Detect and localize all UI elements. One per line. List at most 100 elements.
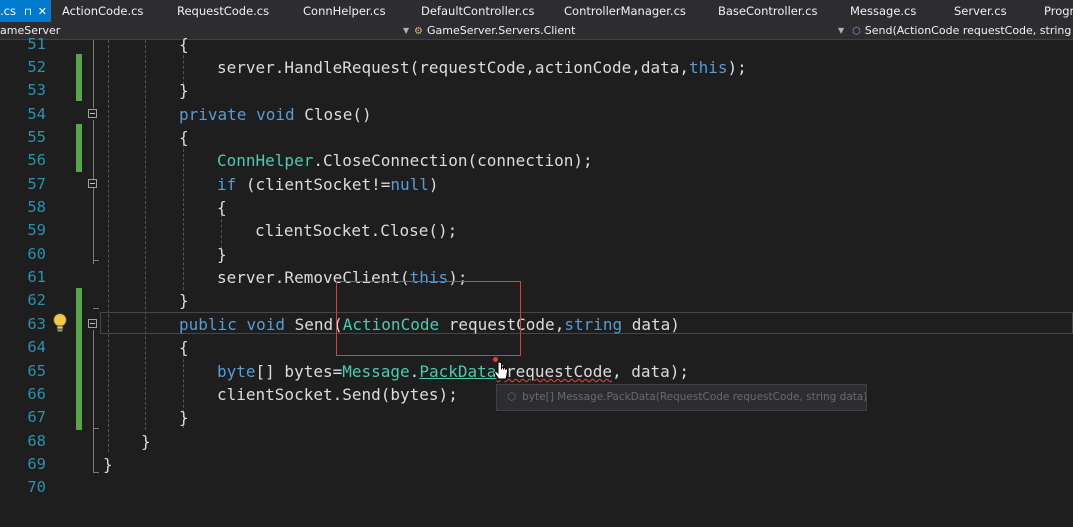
code-line-57: 57 if (clientSocket!=null) xyxy=(0,173,1073,196)
code-text: byte[] bytes=Message.PackData(requestCod… xyxy=(217,360,689,383)
code-token: ) xyxy=(428,175,439,194)
code-token: ConnHelper xyxy=(217,151,314,170)
line-number: 68 xyxy=(27,432,46,450)
code-line-54: 54 private void Close() xyxy=(0,103,1073,126)
code-token: (clientSocket!= xyxy=(236,175,391,194)
code-text: { xyxy=(179,128,189,147)
code-text: } xyxy=(141,432,151,451)
code-text: if (clientSocket!=null) xyxy=(217,173,439,196)
code-text: } xyxy=(217,245,227,264)
pin-icon[interactable]: ⊓ xyxy=(24,7,32,18)
code-text: } xyxy=(179,291,189,310)
code-line-51: 51 { xyxy=(0,33,1073,56)
code-text: clientSocket.Send(bytes); xyxy=(217,385,458,404)
code-text: } xyxy=(179,408,189,427)
tab-defaultcontroller[interactable]: DefaultController.cs xyxy=(421,0,535,22)
line-number: 63 xyxy=(27,315,46,333)
code-text: private void Close() xyxy=(179,103,372,126)
method-icon: ⬡ xyxy=(507,391,517,403)
code-token: [] bytes= xyxy=(255,362,343,381)
line-number: 52 xyxy=(27,58,46,76)
code-line-68: 68 } xyxy=(0,430,1073,453)
code-line-52: 52 server.HandleRequest(requestCode,acti… xyxy=(0,56,1073,79)
tab-label: Progr xyxy=(1044,4,1073,18)
quickinfo-tooltip: ⬡ byte[] Message.PackData(RequestCode req… xyxy=(496,384,867,411)
tab-actioncode[interactable]: ActionCode.cs xyxy=(62,0,143,22)
line-number: 60 xyxy=(27,245,46,263)
tab-connhelper[interactable]: ConnHelper.cs xyxy=(303,0,386,22)
code-line-56: 56 ConnHelper.CloseConnection(connection… xyxy=(0,149,1073,172)
line-number: 58 xyxy=(27,198,46,216)
tab-controllermanager[interactable]: ControllerManager.cs xyxy=(564,0,686,22)
tab-label: Server.cs xyxy=(954,4,1007,18)
code-text: clientSocket.Close(); xyxy=(255,221,458,240)
tab-label: ConnHelper.cs xyxy=(303,4,386,18)
code-line-64: 64 { xyxy=(0,336,1073,359)
code-token: if xyxy=(217,175,237,194)
code-token: (requestCode xyxy=(496,362,612,381)
close-icon[interactable]: ✕ xyxy=(38,5,47,18)
line-number: 70 xyxy=(27,478,46,496)
line-number: 53 xyxy=(27,81,46,99)
tab-active-label: .cs xyxy=(0,4,16,18)
code-token: string xyxy=(564,315,623,334)
code-token: null xyxy=(390,175,429,194)
tab-program[interactable]: Progr xyxy=(1044,0,1073,22)
code-line-63: 63 public void Send(ActionCode requestCo… xyxy=(0,313,1073,336)
code-token: , data); xyxy=(611,362,690,381)
line-number: 54 xyxy=(27,105,46,123)
code-token: ); xyxy=(727,58,747,77)
code-line-62: 62 } xyxy=(0,289,1073,312)
code-line-53: 53 } xyxy=(0,79,1073,102)
code-line-69: 69 } xyxy=(0,453,1073,476)
code-token: Send( xyxy=(284,315,343,334)
code-text: server.HandleRequest(requestCode,actionC… xyxy=(217,56,747,79)
code-token: void xyxy=(246,315,285,334)
tab-label: Message.cs xyxy=(850,4,917,18)
highlight-box xyxy=(336,281,521,356)
line-number: 66 xyxy=(27,385,46,403)
code-line-59: 59 clientSocket.Close(); xyxy=(0,219,1073,242)
line-number: 69 xyxy=(27,455,46,473)
tab-message[interactable]: Message.cs xyxy=(850,0,916,22)
code-editor[interactable]: 51 { 52 server.HandleRequest(requestCode… xyxy=(0,35,1073,527)
line-number: 55 xyxy=(27,128,46,146)
line-number: 65 xyxy=(27,362,46,380)
tooltip-text: byte[] Message.PackData(RequestCode requ… xyxy=(522,391,867,403)
line-number: 57 xyxy=(27,175,46,193)
code-token: data) xyxy=(622,315,680,334)
tab-basecontroller[interactable]: BaseController.cs xyxy=(718,0,818,22)
code-token: Message xyxy=(342,362,410,381)
code-text: } xyxy=(103,455,113,474)
code-token: this xyxy=(689,58,728,77)
tab-active-file[interactable]: .cs ⊓ ✕ xyxy=(0,0,52,22)
line-number: 51 xyxy=(27,35,46,53)
code-token: Close() xyxy=(294,105,372,124)
code-line-70: 70 xyxy=(0,476,1073,499)
code-text: } xyxy=(179,81,189,100)
line-number: 64 xyxy=(27,338,46,356)
line-number: 56 xyxy=(27,151,46,169)
line-number: 67 xyxy=(27,408,46,426)
code-token: server.HandleRequest(requestCode,actionC… xyxy=(217,58,690,77)
code-token: public xyxy=(179,315,237,334)
code-line-60: 60 } xyxy=(0,243,1073,266)
line-number: 59 xyxy=(27,221,46,239)
tab-server[interactable]: Server.cs xyxy=(954,0,1007,22)
tab-label: DefaultController.cs xyxy=(421,4,535,18)
code-token: .CloseConnection(connection); xyxy=(313,151,593,170)
hand-cursor-icon xyxy=(493,361,508,380)
code-text: { xyxy=(179,338,189,357)
code-token: . xyxy=(409,362,420,381)
document-tab-strip: .cs ⊓ ✕ ActionCode.cs RequestCode.cs ConnH… xyxy=(0,0,1073,24)
code-text: { xyxy=(179,35,189,54)
packdata-link[interactable]: PackData xyxy=(419,362,496,381)
tab-requestcode[interactable]: RequestCode.cs xyxy=(177,0,269,22)
code-token: void xyxy=(256,105,295,124)
tab-label: ControllerManager.cs xyxy=(564,4,686,18)
code-token: private xyxy=(179,105,247,124)
code-line-65: 65 byte[] bytes=Message.PackData(request… xyxy=(0,360,1073,383)
line-number: 61 xyxy=(27,268,46,286)
lightbulb-icon[interactable] xyxy=(51,312,69,334)
